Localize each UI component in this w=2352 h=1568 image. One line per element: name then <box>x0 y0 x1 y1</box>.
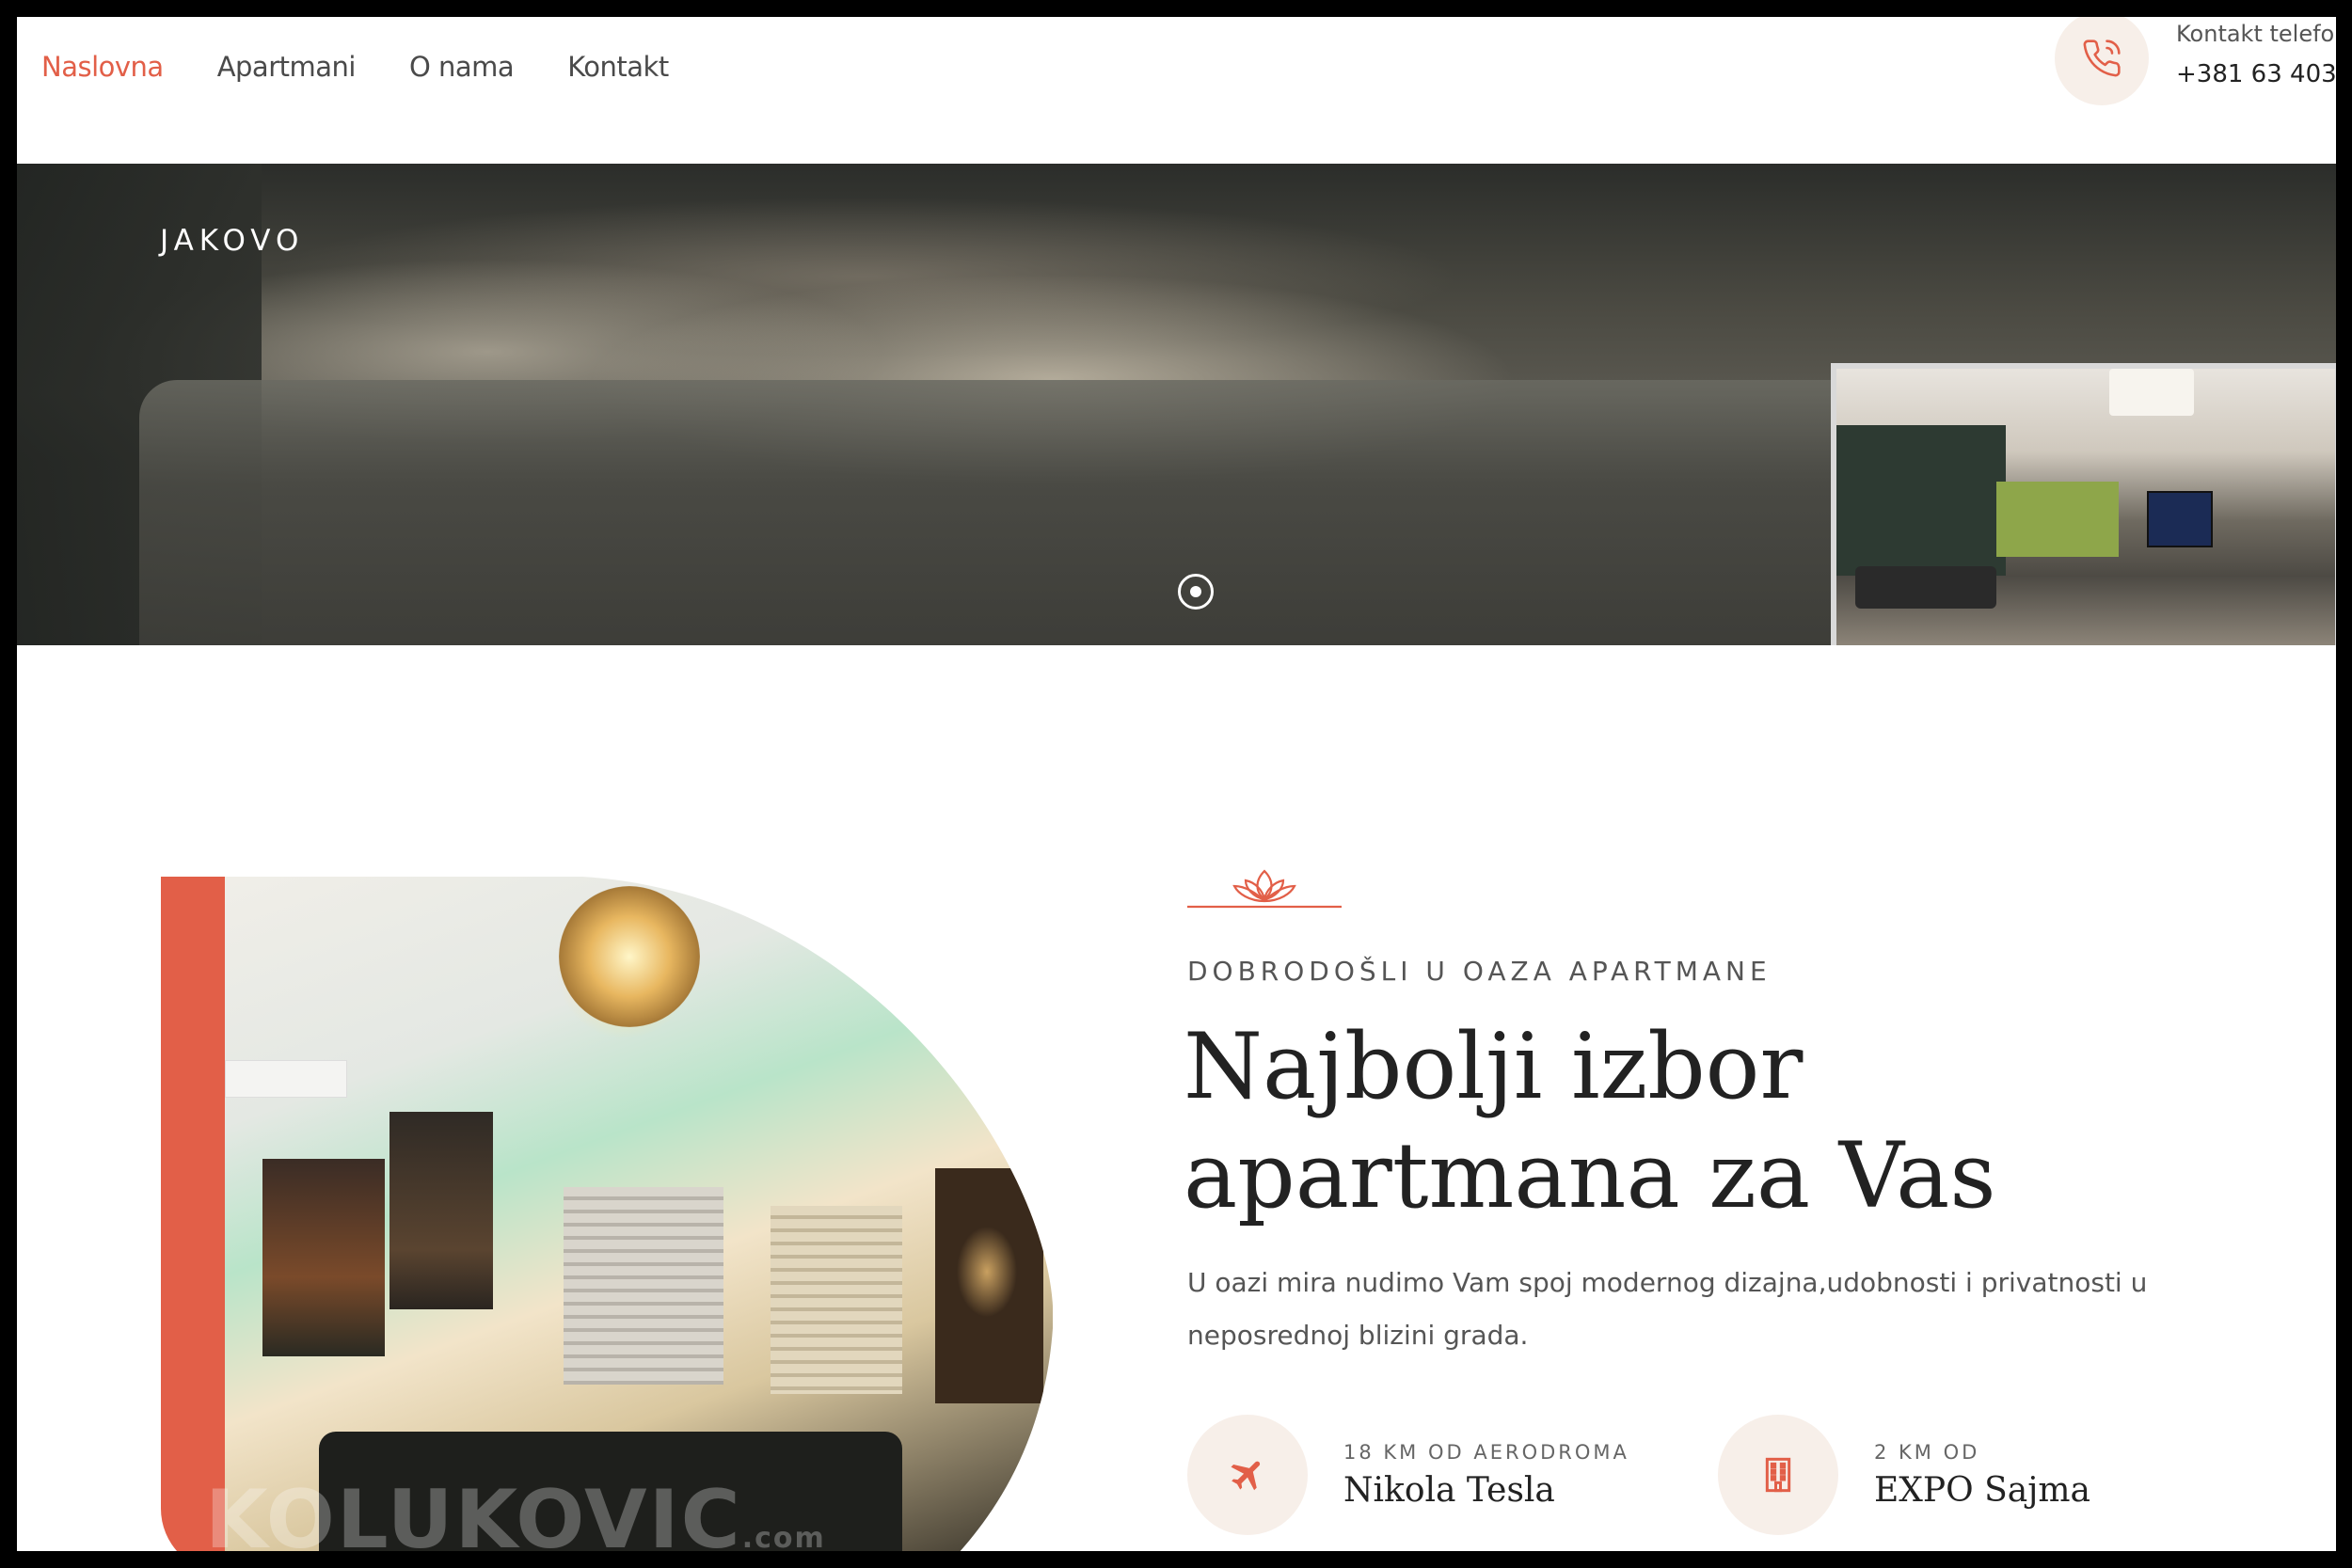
section-eyebrow: DOBRODOŠLI U OAZA APARTMANE <box>1187 956 1772 987</box>
slider-dot-active[interactable] <box>1178 574 1214 610</box>
lotus-icon <box>1187 869 1342 909</box>
feature-place: Nikola Tesla <box>1343 1470 1555 1510</box>
feature-place: EXPO Sajma <box>1874 1470 2090 1510</box>
feature-distance: 2 KM OD <box>1874 1440 1980 1464</box>
next-slide-thumbnail[interactable] <box>1831 363 2336 645</box>
air-conditioner <box>225 1060 347 1098</box>
feature-text: 18 KM OD AERODROMA Nikola Tesla <box>1343 1441 1629 1510</box>
feature-icon-circle <box>1718 1415 1838 1535</box>
hero-title: JAKOVO <box>160 224 305 258</box>
portrait-painting <box>935 1168 1043 1403</box>
about-section: KOLUKOVIC.com DOBRODOŠLI U OAZA APARTMAN… <box>17 645 2336 1551</box>
hero-background-sculpture <box>139 380 1880 645</box>
wall-painting-middle <box>389 1112 493 1309</box>
thumbnail-ceiling-lamp <box>2109 369 2194 416</box>
watermark-text: KOLUKOVIC <box>205 1473 742 1551</box>
hero-slider: JAKOVO <box>17 164 2336 645</box>
contact-phone-number[interactable]: +381 63 403 5 <box>2176 60 2336 88</box>
section-headline: Najbolji izbor apartmana za Vas <box>1184 1014 1996 1228</box>
thumbnail-doorway <box>1996 482 2119 557</box>
window-blind-right <box>771 1206 902 1394</box>
thumbnail-sofa <box>1855 566 1996 609</box>
phone-icon-circle[interactable] <box>2055 17 2149 105</box>
feature-airport: 18 KM OD AERODROMA Nikola Tesla <box>1187 1415 1629 1535</box>
apartment-photo <box>225 877 1053 1551</box>
thumbnail-tv <box>2147 491 2213 547</box>
plane-icon <box>1231 1461 1261 1491</box>
accent-arc <box>161 877 225 1551</box>
nav-item-o-nama[interactable]: O nama <box>409 51 515 83</box>
contact-phone-label: Kontakt telefon <box>2176 21 2336 47</box>
nav-item-apartmani[interactable]: Apartmani <box>217 51 357 83</box>
building-icon <box>1765 1457 1791 1493</box>
page-frame: Naslovna Apartmani O nama Kontakt Kontak… <box>17 17 2336 1551</box>
nav-item-kontakt[interactable]: Kontakt <box>567 51 669 83</box>
watermark: KOLUKOVIC.com <box>205 1473 826 1551</box>
feature-distance: 18 KM OD AERODROMA <box>1343 1440 1629 1464</box>
watermark-suffix: .com <box>741 1522 826 1551</box>
main-nav: Naslovna Apartmani O nama Kontakt <box>41 51 669 83</box>
nav-item-naslovna[interactable]: Naslovna <box>41 51 164 83</box>
section-lead: U oazi mira nudimo Vam spoj modernog diz… <box>1187 1267 2148 1351</box>
chandelier <box>559 886 700 1027</box>
window-blind-left <box>564 1187 723 1385</box>
wall-painting-left <box>262 1159 385 1356</box>
phone-icon <box>2083 40 2121 77</box>
thumbnail-wall <box>1836 425 2006 576</box>
feature-icon-circle <box>1187 1415 1308 1535</box>
feature-expo: 2 KM OD EXPO Sajma <box>1718 1415 2090 1535</box>
site-header: Naslovna Apartmani O nama Kontakt Kontak… <box>17 17 2336 164</box>
feature-text: 2 KM OD EXPO Sajma <box>1874 1441 2090 1510</box>
